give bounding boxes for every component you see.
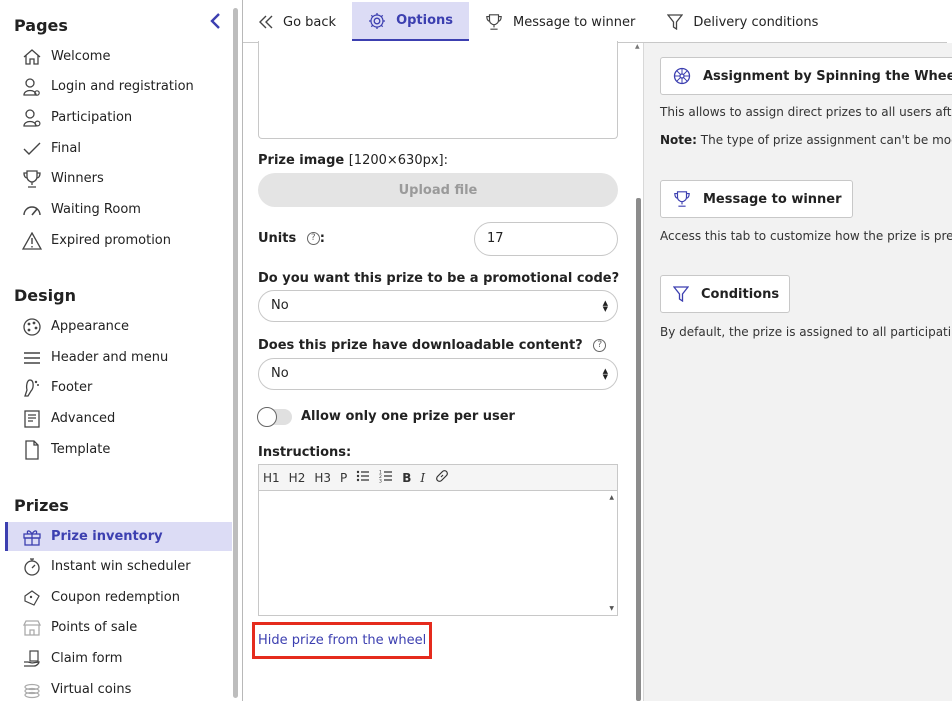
help-icon[interactable]: ? xyxy=(593,339,607,352)
coupon-icon xyxy=(21,587,43,609)
message-to-winner-button[interactable]: Message to winner xyxy=(660,180,853,218)
speedometer-icon xyxy=(21,199,43,221)
sidebar-item-final[interactable]: Final xyxy=(5,134,232,163)
tab-message-to-winner[interactable]: Message to winner xyxy=(469,2,651,42)
sidebar-item-points-of-sale[interactable]: Points of sale xyxy=(5,613,232,642)
instructions-rich-text-editor: H1 H2 H3 P 123 B I ▲ ▼ xyxy=(258,464,618,616)
sidebar-item-instant-win-scheduler[interactable]: Instant win scheduler xyxy=(5,552,232,581)
checkmark-icon xyxy=(21,138,43,160)
scroll-up-arrow-icon[interactable]: ▲ xyxy=(635,43,640,50)
funnel-icon xyxy=(673,286,689,302)
sidebar: Pages Welcome Login and registration Par… xyxy=(5,5,242,701)
tab-options[interactable]: Options xyxy=(352,2,470,42)
collapse-sidebar-chevron-icon[interactable] xyxy=(206,12,224,32)
sidebar-item-winners[interactable]: Winners xyxy=(5,164,232,193)
prize-image-label: Prize image [1200×630px]: xyxy=(258,153,448,168)
sidebar-item-coupon-redemption[interactable]: Coupon redemption xyxy=(5,583,232,612)
editor-toolbar: H1 H2 H3 P 123 B I xyxy=(259,465,617,491)
store-icon xyxy=(21,617,43,639)
trophy-icon xyxy=(673,190,691,208)
sidebar-item-participation[interactable]: Participation xyxy=(5,103,232,132)
promo-code-select[interactable]: No ▲ ▼ xyxy=(258,290,618,322)
sidebar-item-appearance[interactable]: Appearance xyxy=(5,312,232,341)
description-textarea[interactable] xyxy=(258,41,618,139)
one-prize-per-user-label: Allow only one prize per user xyxy=(301,409,515,424)
sidebar-item-template[interactable]: Template xyxy=(5,435,232,464)
coins-icon xyxy=(21,679,43,701)
prize-options-form: Prize image [1200×630px]: Upload file Un… xyxy=(243,41,643,701)
sidebar-item-prize-inventory[interactable]: Prize inventory xyxy=(5,522,232,551)
sidebar-item-login-registration[interactable]: Login and registration xyxy=(5,72,232,101)
assignment-note: Note: The type of prize assignment can't… xyxy=(660,133,952,147)
assignment-description: This allows to assign direct prizes to a… xyxy=(660,105,952,119)
stopwatch-icon xyxy=(21,556,43,578)
instructions-label: Instructions: xyxy=(258,445,352,460)
section-title-pages: Pages xyxy=(14,16,68,35)
info-pane: Assignment by Spinning the Wheel This al… xyxy=(643,43,952,701)
form-scrollbar[interactable] xyxy=(636,198,641,701)
one-prize-per-user-toggle[interactable] xyxy=(257,407,292,427)
heading1-button[interactable]: H1 xyxy=(263,471,280,485)
sidebar-item-footer[interactable]: Footer xyxy=(5,373,232,402)
toggle-knob xyxy=(257,407,277,427)
warning-triangle-icon xyxy=(21,230,43,252)
hand-form-icon xyxy=(21,648,43,670)
conditions-button[interactable]: Conditions xyxy=(660,275,791,313)
funnel-icon xyxy=(667,14,684,30)
heading2-button[interactable]: H2 xyxy=(289,471,306,485)
trophy-icon xyxy=(485,13,503,31)
trophy-icon xyxy=(21,168,43,190)
user-key-icon xyxy=(21,76,43,98)
italic-icon[interactable]: I xyxy=(420,471,425,485)
downloadable-label: Does this prize have downloadable conten… xyxy=(258,338,607,353)
message-description: Access this tab to customize how the pri… xyxy=(660,229,952,243)
bold-icon[interactable]: B xyxy=(402,471,411,485)
scroll-down-arrow-icon[interactable]: ▼ xyxy=(609,605,614,612)
sidebar-item-claim-form[interactable]: Claim form xyxy=(5,644,232,673)
house-icon xyxy=(21,46,43,68)
gift-icon xyxy=(21,526,43,548)
link-icon[interactable] xyxy=(434,468,450,487)
footprint-icon xyxy=(21,377,43,399)
sidebar-item-header-and-menu[interactable]: Header and menu xyxy=(5,343,232,372)
sidebar-item-welcome[interactable]: Welcome xyxy=(5,42,232,71)
section-title-prizes: Prizes xyxy=(14,496,69,515)
heading3-button[interactable]: H3 xyxy=(314,471,331,485)
select-arrows-icon: ▲ ▼ xyxy=(602,367,608,381)
downloadable-select[interactable]: No ▲ ▼ xyxy=(258,358,618,390)
sidebar-item-waiting-room[interactable]: Waiting Room xyxy=(5,195,232,224)
sidebar-item-expired-promotion[interactable]: Expired promotion xyxy=(5,226,232,255)
wheel-icon xyxy=(673,67,691,85)
svg-text:3: 3 xyxy=(379,479,382,484)
code-document-icon xyxy=(21,408,43,430)
paragraph-button[interactable]: P xyxy=(340,471,347,485)
user-gear-icon xyxy=(21,107,43,129)
units-label: Units ?: xyxy=(258,231,325,246)
upload-file-button[interactable]: Upload file xyxy=(258,173,618,207)
tab-delivery-conditions[interactable]: Delivery conditions xyxy=(651,2,834,42)
tab-go-back[interactable]: Go back xyxy=(243,2,352,42)
palette-icon xyxy=(21,316,43,338)
sidebar-item-virtual-coins[interactable]: Virtual coins xyxy=(5,675,232,701)
units-input[interactable]: 17 xyxy=(474,222,618,256)
conditions-description: By default, the prize is assigned to all… xyxy=(660,325,952,339)
numbered-list-icon[interactable]: 123 xyxy=(379,469,393,486)
sidebar-scrollbar[interactable] xyxy=(233,8,238,698)
help-icon[interactable]: ? xyxy=(306,232,320,245)
highlight-box xyxy=(252,622,432,659)
sidebar-item-advanced[interactable]: Advanced xyxy=(5,404,232,433)
promo-code-label: Do you want this prize to be a promotion… xyxy=(258,271,620,286)
bullet-list-icon[interactable] xyxy=(356,470,370,485)
gear-icon xyxy=(368,12,386,30)
top-tab-bar: Go back Options Message to winner Delive… xyxy=(243,2,947,43)
select-arrows-icon: ▲ ▼ xyxy=(602,299,608,313)
editor-content-area[interactable]: ▲ ▼ xyxy=(259,491,617,615)
blank-page-icon xyxy=(21,439,43,461)
section-title-design: Design xyxy=(14,286,76,305)
double-chevron-left-icon xyxy=(259,15,273,29)
scroll-up-arrow-icon[interactable]: ▲ xyxy=(609,494,614,501)
assignment-spinning-wheel-button[interactable]: Assignment by Spinning the Wheel xyxy=(660,57,952,95)
hamburger-menu-icon xyxy=(21,347,43,369)
